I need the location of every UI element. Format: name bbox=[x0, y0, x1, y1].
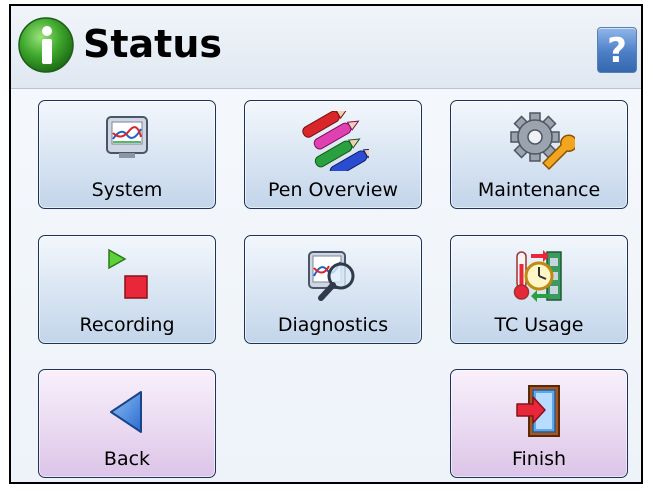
tc-usage-label: TC Usage bbox=[494, 314, 584, 336]
diagnostics-label: Diagnostics bbox=[277, 314, 389, 336]
pen-overview-label: Pen Overview bbox=[267, 179, 398, 201]
finish-label: Finish bbox=[511, 448, 567, 470]
thermometer-clock-icon bbox=[513, 250, 562, 302]
recording-button[interactable]: Recording bbox=[38, 235, 216, 344]
play-stop-icon bbox=[108, 248, 148, 299]
exit-door-icon bbox=[516, 385, 560, 437]
back-label: Back bbox=[103, 448, 151, 470]
help-button[interactable]: ? bbox=[597, 27, 637, 73]
finish-button[interactable]: Finish bbox=[450, 369, 628, 478]
system-label: System bbox=[91, 179, 163, 201]
magnifier-chart-icon bbox=[308, 251, 355, 301]
back-arrow-icon bbox=[110, 391, 142, 433]
status-screen: Status ? System Pen Overview Maintenance… bbox=[9, 4, 643, 484]
pen-overview-button[interactable]: Pen Overview bbox=[244, 100, 422, 209]
pens-icon bbox=[302, 111, 369, 171]
header-bar: Status ? bbox=[11, 6, 641, 89]
monitor-chart-icon bbox=[106, 116, 148, 158]
page-title: Status bbox=[83, 22, 223, 66]
back-button[interactable]: Back bbox=[38, 369, 216, 478]
maintenance-button[interactable]: Maintenance bbox=[450, 100, 628, 209]
tc-usage-button[interactable]: TC Usage bbox=[450, 235, 628, 344]
gear-wrench-icon bbox=[510, 112, 575, 171]
diagnostics-button[interactable]: Diagnostics bbox=[244, 235, 422, 344]
info-icon bbox=[18, 17, 74, 73]
maintenance-label: Maintenance bbox=[477, 179, 601, 201]
recording-label: Recording bbox=[79, 314, 175, 336]
system-button[interactable]: System bbox=[38, 100, 216, 209]
